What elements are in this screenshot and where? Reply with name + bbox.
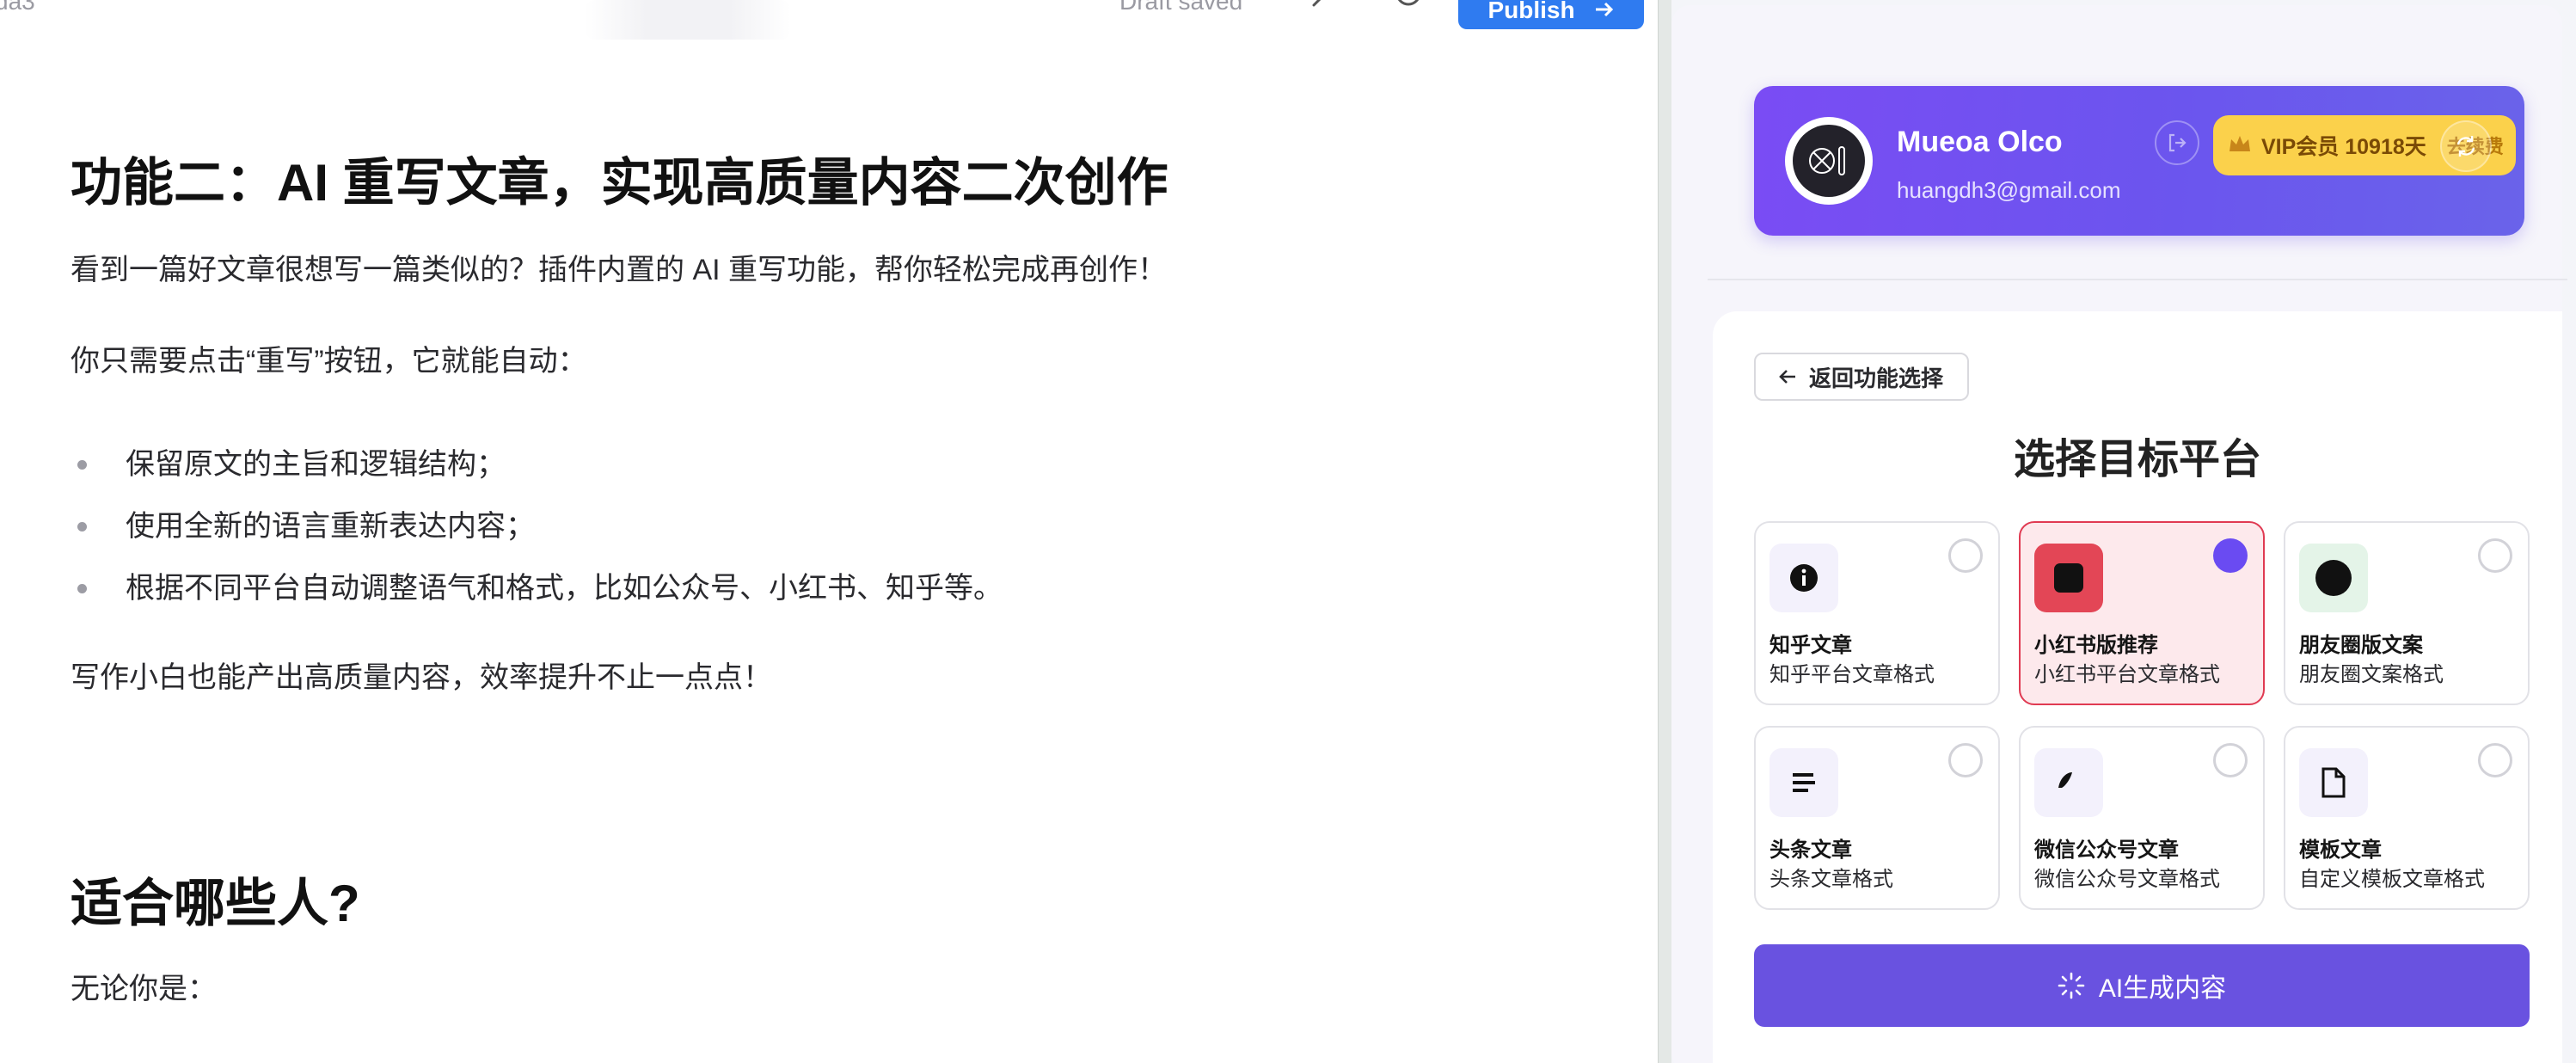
- option-title: 知乎文章: [1769, 634, 1852, 657]
- tab-title-fragment[interactable]: da3: [0, 0, 35, 15]
- refresh-button[interactable]: [2440, 120, 2492, 172]
- option-description: 小红书平台文章格式: [2034, 663, 2220, 686]
- option-title: 小红书版推荐: [2034, 634, 2158, 657]
- draft-status: Draft saved: [1119, 0, 1243, 15]
- back-label: 返回功能选择: [1809, 365, 1944, 391]
- platform-option-xiaohongshu[interactable]: 小红书版推荐 小红书平台文章格式: [2019, 521, 2265, 705]
- paragraph-intro: 看到一篇好文章很想写一篇类似的？插件内置的 AI 重写功能，帮你轻松完成再创作！: [71, 254, 1168, 286]
- logout-button[interactable]: [2155, 120, 2199, 165]
- circle-icon: [2299, 544, 2368, 612]
- paragraph-audience: 无论你是：: [71, 973, 217, 1005]
- text-lines-icon: [1769, 748, 1838, 817]
- feature-list: 保留原文的主旨和逻辑结构； 使用全新的语言重新表达内容； 根据不同平台自动调整语…: [71, 444, 1618, 609]
- option-description: 朋友圈文案格式: [2299, 663, 2444, 686]
- paragraph-instruction: 你只需要点击“重写”按钮，它就能自动：: [71, 345, 587, 378]
- feather-icon: [2034, 748, 2103, 817]
- option-description: 自定义模板文章格式: [2299, 868, 2485, 891]
- platform-selection-card: 返回功能选择 选择目标平台 知乎文章 知乎平台文章格式 小红书版推荐 小红书平台…: [1713, 311, 2562, 1063]
- option-title: 朋友圈版文案: [2299, 634, 2423, 657]
- user-name: Mueoa Olco: [1897, 126, 2063, 158]
- section-heading-rewrite: 功能二：AI 重写文章，实现高质量内容二次创作: [71, 154, 1168, 212]
- list-item: 使用全新的语言重新表达内容；: [71, 506, 1618, 547]
- option-radio[interactable]: [2478, 743, 2512, 777]
- edit-pencil-icon[interactable]: [1307, 0, 1345, 22]
- platform-section-title: 选择目标平台: [2013, 437, 2261, 482]
- option-radio[interactable]: [2213, 743, 2248, 777]
- spinner-icon: [2058, 972, 2085, 999]
- option-radio[interactable]: [1948, 743, 1983, 777]
- user-email: huangdh3@gmail.com: [1897, 177, 2121, 203]
- option-radio[interactable]: [2478, 538, 2512, 573]
- option-description: 头条文章格式: [1769, 868, 1893, 891]
- section-heading-audience: 适合哪些人?: [71, 875, 360, 932]
- list-item: 保留原文的主旨和逻辑结构；: [71, 444, 1618, 485]
- platform-option-zhihu[interactable]: 知乎文章 知乎平台文章格式: [1754, 521, 2000, 705]
- platform-option-toutiao[interactable]: 头条文章 头条文章格式: [1754, 726, 2000, 910]
- list-item: 根据不同平台自动调整语气和格式，比如公众号、小红书、知乎等。: [71, 568, 1618, 609]
- info-icon: [1769, 544, 1838, 612]
- square-icon: [2034, 544, 2103, 612]
- arrow-left-icon: [1779, 370, 1795, 384]
- article-body[interactable]: 功能二：AI 重写文章，实现高质量内容二次创作 看到一篇好文章很想写一篇类似的？…: [71, 146, 1618, 1010]
- article-editor: da3 Draft saved Publish 功能二：AI 重写文章，实现高质…: [0, 0, 1658, 1063]
- option-radio-selected[interactable]: [2213, 538, 2248, 573]
- option-description: 知乎平台文章格式: [1769, 663, 1935, 686]
- panel-surface: Mueoa Olco huangdh3@gmail.com VIP会员 1091…: [1671, 5, 2567, 1063]
- ai-generate-label: AI生成内容: [2098, 974, 2227, 1003]
- divider: [1708, 279, 2567, 280]
- ai-plugin-panel: Mueoa Olco huangdh3@gmail.com VIP会员 1091…: [1671, 0, 2576, 1063]
- vip-membership-label: VIP会员 10918天: [2261, 135, 2426, 159]
- publish-button[interactable]: Publish: [1458, 0, 1644, 29]
- publish-label: Publish: [1487, 0, 1575, 23]
- panel-resize-divider[interactable]: [1658, 0, 1671, 1063]
- option-description: 微信公众号文章格式: [2034, 868, 2220, 891]
- back-to-functions-button[interactable]: 返回功能选择: [1754, 353, 1969, 401]
- option-radio[interactable]: [1948, 538, 1983, 573]
- user-card: Mueoa Olco huangdh3@gmail.com VIP会员 1091…: [1754, 86, 2524, 236]
- option-title: 微信公众号文章: [2034, 839, 2179, 862]
- settings-gear-icon[interactable]: [1389, 0, 1427, 22]
- logout-icon: [2168, 133, 2187, 152]
- bullet-dot: [77, 584, 87, 593]
- avatar[interactable]: [1785, 117, 1873, 205]
- paragraph-summary: 写作小白也能产出高质量内容，效率提升不止一点点！: [71, 661, 772, 694]
- avatar-logo-icon: [1793, 125, 1865, 197]
- platform-option-wechat[interactable]: 微信公众号文章 微信公众号文章格式: [2019, 726, 2265, 910]
- option-title: 模板文章: [2299, 839, 2382, 862]
- option-title: 头条文章: [1769, 839, 1852, 862]
- bullet-dot: [77, 460, 87, 470]
- arrow-right-icon: [1594, 0, 1615, 24]
- ai-generate-button[interactable]: AI生成内容: [1754, 944, 2530, 1027]
- file-icon: [2299, 748, 2368, 817]
- platform-option-template[interactable]: 模板文章 自定义模板文章格式: [2284, 726, 2530, 910]
- bullet-dot: [77, 522, 87, 532]
- platform-option-moments[interactable]: 朋友圈版文案 朋友圈文案格式: [2284, 521, 2530, 705]
- crown-icon: [2227, 132, 2253, 159]
- platform-options-grid: 知乎文章 知乎平台文章格式 小红书版推荐 小红书平台文章格式 朋友圈版文案 朋友…: [1754, 521, 2530, 910]
- blurred-tab: [585, 0, 791, 40]
- refresh-icon: [2456, 136, 2475, 157]
